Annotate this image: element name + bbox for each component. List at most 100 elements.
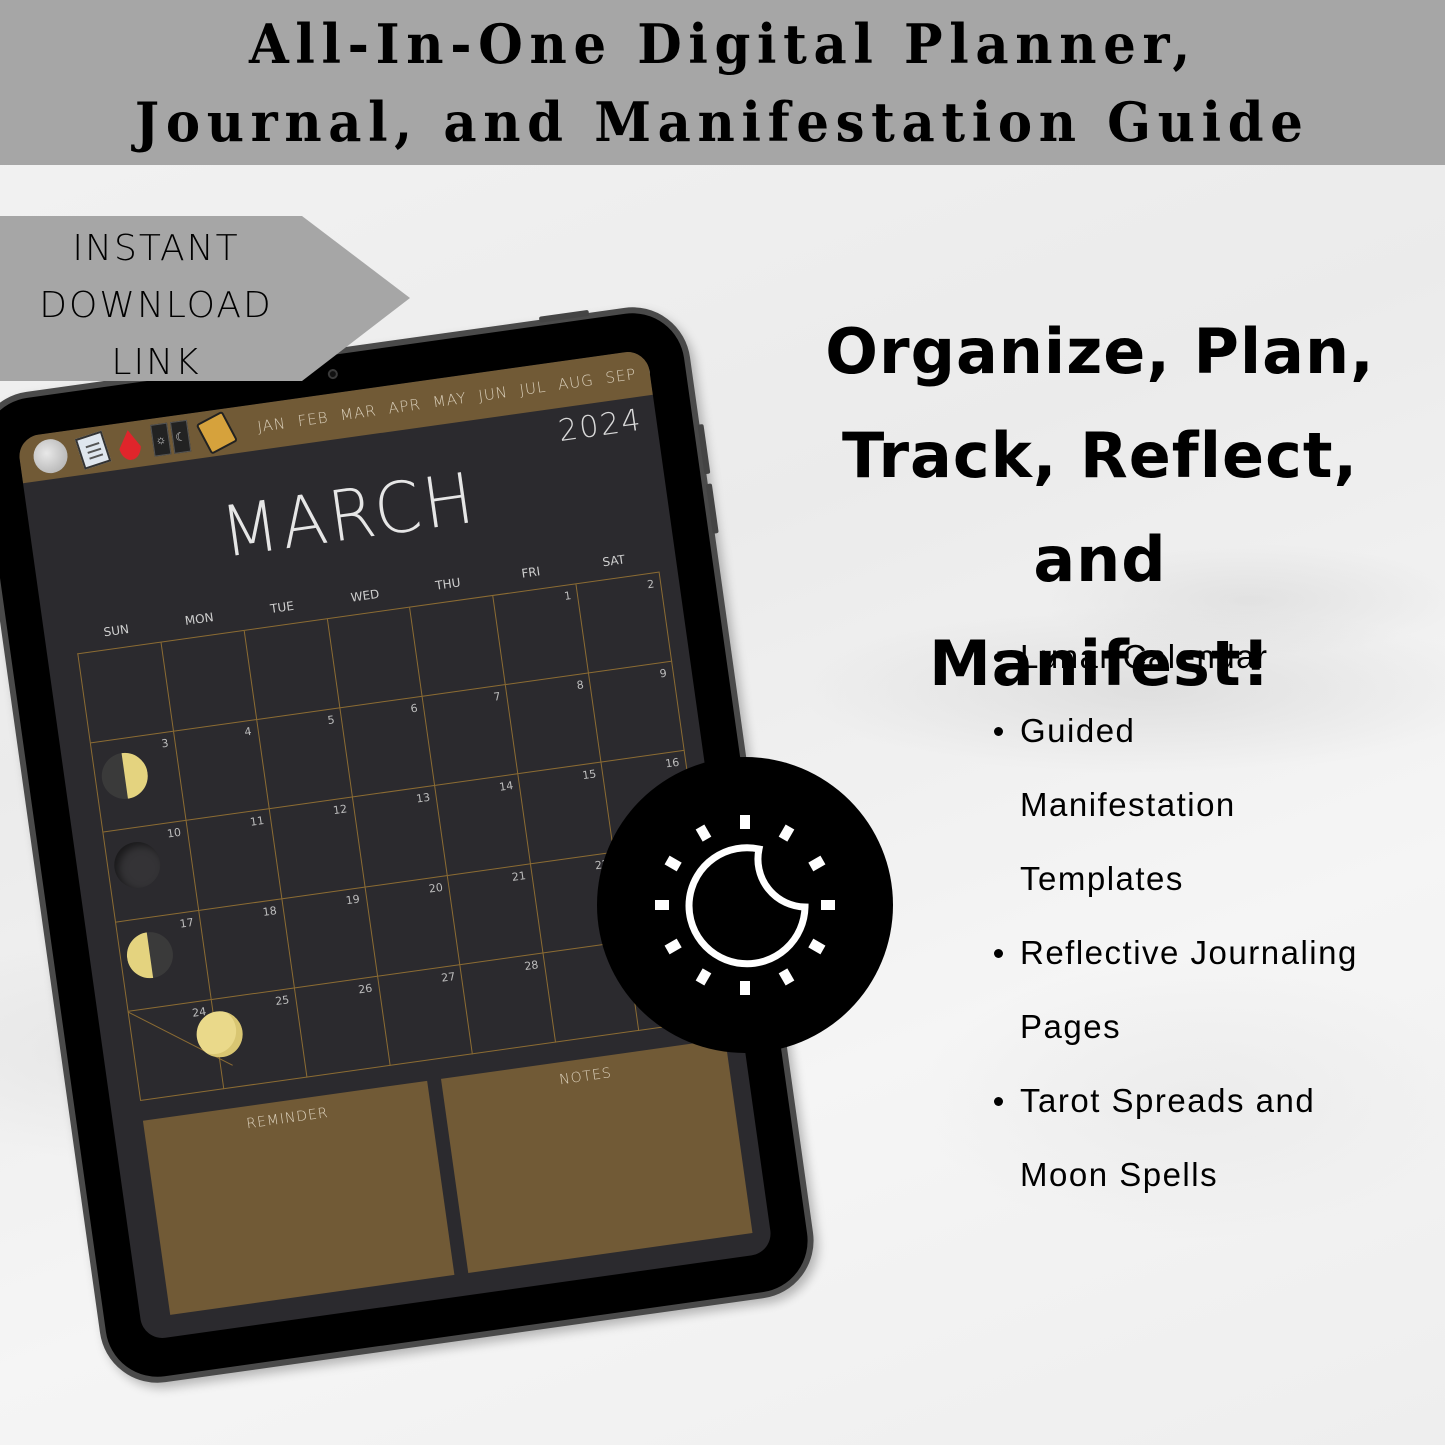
day-cell-25[interactable]: 25: [193, 988, 308, 1090]
weekday-thu: THU: [434, 575, 462, 593]
day-cell-2[interactable]: 2: [576, 572, 673, 674]
sun-ray: [740, 815, 750, 829]
day-cell-3[interactable]: 3: [90, 731, 187, 833]
day-cell-1[interactable]: 1: [493, 584, 590, 686]
day-number: 11: [249, 814, 265, 830]
day-number: 14: [498, 779, 515, 795]
month-tab-jun[interactable]: JUN: [477, 383, 509, 405]
journal-writing-icon[interactable]: [74, 430, 112, 470]
empty-cell: [78, 642, 174, 744]
day-number: 8: [575, 678, 585, 693]
day-cell-13[interactable]: 13: [352, 786, 449, 888]
sun-ray: [808, 938, 826, 955]
month-tab-apr[interactable]: APR: [387, 395, 422, 417]
month-tab-oct[interactable]: OCT: [647, 358, 684, 381]
month-tab-mar[interactable]: MAR: [339, 401, 378, 424]
day-cell-27[interactable]: 27: [377, 964, 474, 1066]
sun-ray: [821, 900, 835, 910]
day-cell-20[interactable]: 20: [365, 875, 461, 977]
day-cell-8[interactable]: 8: [506, 673, 602, 775]
day-number: 5: [326, 713, 336, 728]
moon-badge: [597, 757, 893, 1053]
feature-item: Guided Manifestation Templates: [990, 694, 1320, 916]
day-number: 7: [492, 690, 502, 704]
moon-card: ☾: [169, 419, 192, 454]
sun-ray: [695, 968, 712, 986]
month-tab-aug[interactable]: AUG: [557, 371, 595, 394]
notes-panel[interactable]: NOTES: [440, 1038, 753, 1273]
sun-ray: [664, 855, 682, 872]
weekday-mon: MON: [183, 610, 215, 628]
day-cell-6[interactable]: 6: [340, 696, 436, 798]
reminder-label: REMINDER: [245, 1104, 330, 1133]
feature-list: Lunar Calendar Guided Manifestation Temp…: [990, 620, 1430, 1212]
feature-item: Lunar Calendar: [990, 620, 1430, 694]
weekday-sun: SUN: [102, 622, 130, 640]
empty-cell: [244, 619, 341, 721]
volume-up-button: [697, 423, 711, 475]
title-banner: All-In-One Digital Planner, Journal, and…: [0, 0, 1445, 165]
spell-book-icon[interactable]: [195, 410, 239, 455]
day-cell-21[interactable]: 21: [448, 863, 544, 965]
day-cell-26[interactable]: 26: [294, 976, 391, 1078]
sun-card: ☼: [150, 422, 172, 457]
day-cell-7[interactable]: 7: [423, 685, 519, 787]
camera-icon: [327, 368, 339, 380]
month-tab-may[interactable]: MAY: [431, 389, 467, 412]
sun-ray: [808, 855, 826, 872]
day-number: 3: [160, 736, 170, 751]
day-cell-12[interactable]: 12: [269, 797, 366, 899]
day-number: 12: [332, 802, 349, 818]
empty-cell: [410, 595, 507, 697]
month-tab-feb[interactable]: FEB: [297, 408, 330, 430]
month-tab-jan[interactable]: JAN: [256, 414, 287, 436]
day-number: 19: [344, 892, 361, 907]
day-number: 28: [523, 958, 540, 973]
day-cell-18[interactable]: 18: [199, 898, 295, 1000]
empty-cell: [327, 607, 424, 709]
day-number: 6: [409, 701, 419, 716]
instant-download-label: INSTANT DOWNLOAD LINK: [0, 220, 312, 381]
title-line-1: All-In-One Digital Planner,: [248, 11, 1197, 76]
day-number: 15: [581, 767, 598, 783]
moon-sun-icon: [655, 815, 835, 995]
headline-line: Organize, Plan,: [825, 315, 1375, 388]
day-cell-11[interactable]: 11: [186, 809, 283, 911]
sun-ray: [778, 968, 795, 986]
day-cell-17[interactable]: 17: [116, 910, 212, 1012]
day-cell-9[interactable]: 9: [589, 661, 685, 763]
month-tabs: JAN FEB MAR APR MAY JUN JUL AUG SEP OCT NOV: [256, 352, 731, 436]
sun-ray: [664, 938, 682, 955]
weekday-sat: SAT: [601, 552, 626, 570]
month-tab-nov[interactable]: NOV: [693, 352, 731, 375]
day-cell-19[interactable]: 19: [282, 887, 378, 989]
day-cell-5[interactable]: 5: [256, 708, 353, 810]
month-tab-jul[interactable]: JUL: [518, 378, 547, 400]
feature-item: Reflective Journaling Pages: [990, 916, 1410, 1064]
day-cell-14[interactable]: 14: [435, 774, 532, 876]
day-cell-28[interactable]: 28: [460, 953, 557, 1055]
month-tab-sep[interactable]: SEP: [604, 365, 637, 387]
day-cell-4[interactable]: 4: [173, 720, 270, 822]
day-number: 13: [415, 791, 432, 806]
day-number: 21: [510, 868, 527, 884]
day-number: 1: [563, 589, 573, 603]
day-number: 10: [166, 826, 182, 841]
reminder-panel[interactable]: REMINDER: [142, 1080, 455, 1315]
day-number: 26: [357, 981, 374, 997]
weekday-wed: WED: [349, 586, 381, 605]
full-moon-icon[interactable]: [31, 436, 70, 476]
tag-line: DOWNLOAD: [39, 285, 273, 326]
weekday-fri: FRI: [520, 564, 542, 581]
tarot-cards-icon[interactable]: ☼ ☾: [150, 419, 192, 459]
day-number: 9: [658, 666, 668, 681]
day-number: 18: [261, 903, 278, 919]
empty-cell: [161, 630, 257, 732]
day-number: 25: [274, 993, 291, 1008]
sun-ray: [655, 900, 669, 910]
day-number: 27: [440, 969, 457, 985]
day-cell-10[interactable]: 10: [103, 821, 200, 923]
day-number: 4: [243, 725, 253, 739]
day-number: 2: [646, 577, 656, 592]
blood-drop-icon[interactable]: [117, 429, 143, 462]
